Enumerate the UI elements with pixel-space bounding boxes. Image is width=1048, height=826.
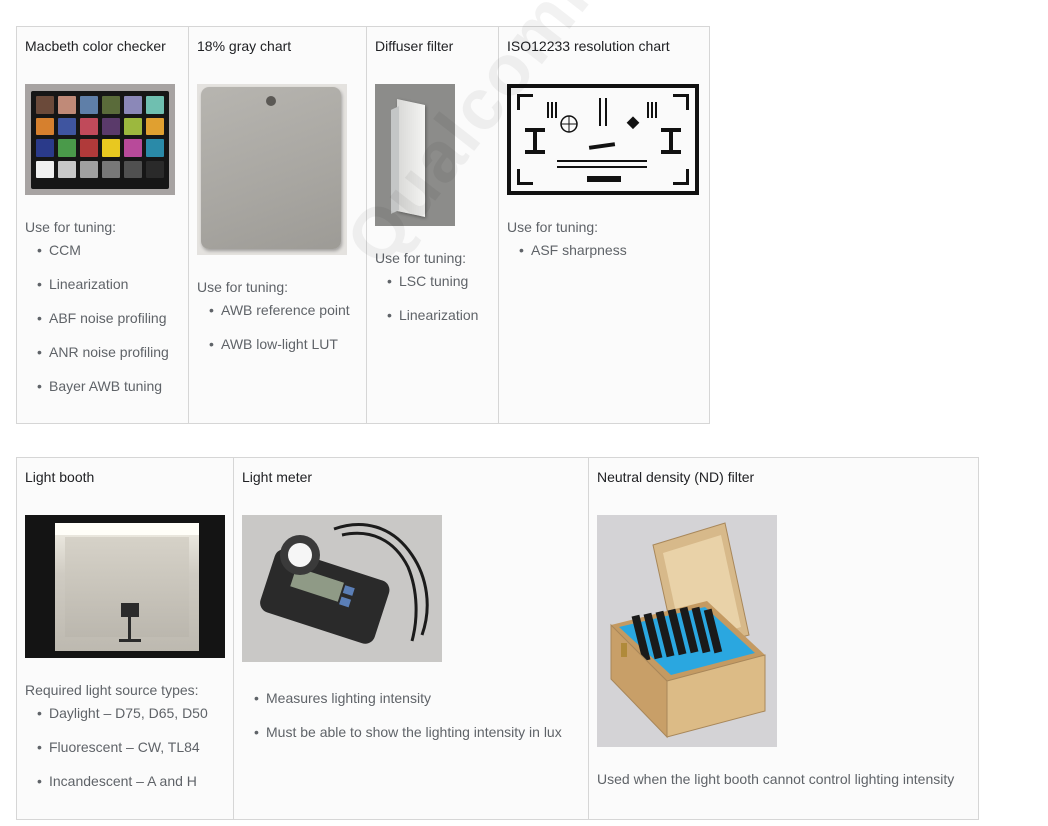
color-swatch — [124, 160, 142, 178]
resolution-chart-graphic — [511, 88, 695, 191]
cell-title: 18% gray chart — [197, 38, 292, 54]
list-item: Measures lighting intensity — [254, 689, 562, 723]
color-swatch — [80, 96, 98, 114]
cell-light-booth: Light booth Required light source types:… — [17, 458, 234, 819]
light-meter-image — [242, 515, 442, 662]
resolution-chart-image — [507, 84, 699, 195]
color-swatch — [80, 160, 98, 178]
gray-card-image — [197, 84, 347, 255]
color-swatch — [146, 117, 164, 135]
color-swatch — [124, 96, 142, 114]
tools-table-row-2: Light booth Required light source types:… — [16, 457, 979, 820]
list-item: Linearization — [37, 275, 169, 309]
cell-macbeth: Macbeth color checker Use for tuning: CC… — [17, 27, 189, 423]
tools-table-row-1: Macbeth color checker Use for tuning: CC… — [16, 26, 710, 424]
color-swatch — [102, 139, 120, 157]
cell-title: Macbeth color checker — [25, 38, 166, 54]
tuning-label: Use for tuning: — [197, 279, 289, 295]
tuning-list: LSC tuning Linearization — [387, 272, 478, 340]
cell-diffuser: Diffuser filter Use for tuning: LSC tuni… — [367, 27, 499, 423]
tuning-label: Use for tuning: — [375, 250, 467, 266]
list-item: Linearization — [387, 306, 478, 340]
list-item: Fluorescent – CW, TL84 — [37, 738, 208, 772]
cell-light-meter: Light meter Measures lighting intensity … — [234, 458, 589, 819]
cell-title: ISO12233 resolution chart — [507, 38, 670, 54]
list-item: Daylight – D75, D65, D50 — [37, 704, 208, 738]
color-swatch — [80, 139, 98, 157]
diffuser-image — [375, 84, 455, 226]
color-swatch — [58, 117, 76, 135]
cell-title: Light booth — [25, 469, 95, 485]
tuning-label: Use for tuning: — [25, 219, 117, 235]
color-swatch — [58, 139, 76, 157]
color-swatch — [146, 160, 164, 178]
light-booth-image — [25, 515, 225, 658]
color-swatch — [124, 139, 142, 157]
color-swatch — [36, 160, 54, 178]
list-item: AWB reference point — [209, 301, 350, 335]
color-swatch — [102, 117, 120, 135]
list-item: Bayer AWB tuning — [37, 377, 169, 411]
color-swatch — [102, 160, 120, 178]
color-swatch — [146, 139, 164, 157]
list-item: ABF noise profiling — [37, 309, 169, 343]
cell-gray-chart: 18% gray chart Use for tuning: AWB refer… — [189, 27, 367, 423]
color-swatch — [124, 117, 142, 135]
list-item: Must be able to show the lighting intens… — [254, 723, 562, 757]
list-item: CCM — [37, 241, 169, 275]
list-item: LSC tuning — [387, 272, 478, 306]
light-meter-graphic — [260, 523, 429, 644]
color-swatch — [36, 117, 54, 135]
tuning-list: CCM Linearization ABF noise profiling AN… — [37, 241, 169, 411]
nd-filter-image — [597, 515, 777, 747]
tuning-label: Use for tuning: — [507, 219, 599, 235]
cell-iso-chart: ISO12233 resolution chart Use for tuning… — [499, 27, 709, 423]
light-source-label: Required light source types: — [25, 682, 199, 698]
color-swatch — [58, 160, 76, 178]
nd-filter-graphic — [610, 522, 766, 739]
list-item: ASF sharpness — [519, 241, 627, 275]
cell-title: Light meter — [242, 469, 313, 485]
color-swatch — [146, 96, 164, 114]
color-swatch — [58, 96, 76, 114]
color-swatch — [36, 139, 54, 157]
color-swatch — [80, 117, 98, 135]
tuning-list: ASF sharpness — [519, 241, 627, 275]
color-swatch — [102, 96, 120, 114]
light-meter-list: Measures lighting intensity Must be able… — [254, 689, 562, 757]
cell-nd-filter: Neutral density (ND) filter Used when th… — [589, 458, 978, 819]
cell-title: Neutral density (ND) filter — [597, 469, 755, 485]
tuning-list: AWB reference point AWB low-light LUT — [209, 301, 350, 369]
color-checker-image — [25, 84, 175, 195]
nd-filter-note: Used when the light booth cannot control… — [597, 771, 955, 787]
list-item: ANR noise profiling — [37, 343, 169, 377]
cell-title: Diffuser filter — [375, 38, 454, 54]
list-item: AWB low-light LUT — [209, 335, 350, 369]
list-item: Incandescent – A and H — [37, 772, 208, 806]
light-source-list: Daylight – D75, D65, D50 Fluorescent – C… — [37, 704, 208, 806]
color-swatch — [36, 96, 54, 114]
